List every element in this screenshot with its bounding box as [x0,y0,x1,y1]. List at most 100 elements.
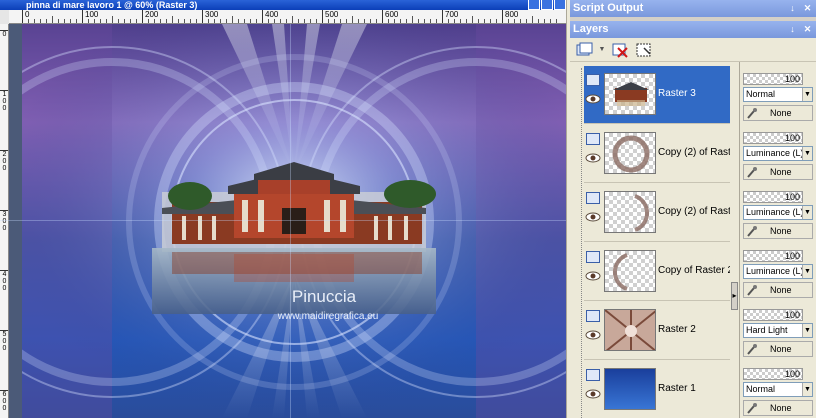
mask-layer-button[interactable] [634,41,654,59]
canvas-artwork: Pinuccia www.maidiregrafica.eu [22,24,566,418]
ruler-minor-tick [472,16,473,23]
pin-icon[interactable]: ↓ [786,2,799,15]
ruler-minor-tick [160,19,161,23]
close-icon[interactable]: ✕ [801,2,814,15]
eye-visibility-icon[interactable] [585,212,601,222]
layer-link-dropdown[interactable]: None [743,105,813,121]
ruler-minor-tick [346,19,347,23]
eye-visibility-icon[interactable] [585,271,601,281]
ruler-minor-tick [220,19,221,23]
layer-opacity-slider[interactable]: 100 [743,191,803,203]
eye-visibility-icon[interactable] [585,389,601,399]
layer-opacity-slider[interactable]: 100 [743,73,803,85]
ruler-minor-tick [100,19,101,23]
canvas-guide-horizontal[interactable] [0,220,566,221]
maximize-button[interactable] [541,0,553,10]
blend-mode-dropdown[interactable]: Luminance (L) ▼ [743,146,813,161]
layer-name: Copy of Raster 2 [658,265,730,276]
ruler-minor-tick [340,19,341,23]
ruler-tick-label: 700 [442,10,458,23]
image-canvas[interactable]: Pinuccia www.maidiregrafica.eu [22,24,566,418]
ruler-minor-tick [478,19,479,23]
ruler-minor-tick [244,19,245,23]
script-output-title-bar[interactable]: Script Output ↓ ✕ [570,0,816,17]
ruler-minor-tick [40,19,41,23]
document-title-bar[interactable]: pinna di mare lavoro 1 @ 60% (Raster 3) [0,0,566,10]
ruler-minor-tick [370,19,371,23]
vertical-ruler[interactable]: 0 1 0 0 2 0 0 3 0 0 4 0 0 5 0 0 6 0 0 [0,24,9,418]
ruler-minor-tick [550,19,551,23]
blend-mode-dropdown[interactable]: Normal ▼ [743,382,813,397]
layer-link-value: None [770,167,792,177]
blend-mode-dropdown[interactable]: Normal ▼ [743,87,813,102]
layer-link-dropdown[interactable]: None [743,341,813,357]
ruler-minor-tick [154,19,155,23]
ruler-minor-tick [496,19,497,23]
mask-layer-icon [636,43,651,56]
layers-title-bar[interactable]: Layers ↓ ✕ [570,21,816,38]
layer-row[interactable]: Copy of Raster 2 [584,243,730,301]
ruler-tick-label: 400 [262,10,278,23]
layer-row[interactable]: Raster 1 [584,361,730,418]
close-button[interactable] [554,0,566,10]
ruler-minor-tick [190,19,191,23]
image-document-window[interactable]: pinna di mare lavoro 1 @ 60% (Raster 3) … [0,0,566,418]
ruler-minor-tick [34,19,35,23]
layer-opacity-slider[interactable]: 100 [743,368,803,380]
pin-icon[interactable]: ↓ [786,23,799,36]
layers-toolbar: ▼ [570,38,816,62]
layer-link-dropdown[interactable]: None [743,400,813,416]
ruler-minor-tick [148,19,149,23]
ruler-minor-tick [298,19,299,23]
delete-layer-icon [612,43,628,58]
eye-visibility-icon[interactable] [585,94,601,104]
ruler-minor-tick [76,19,77,23]
chevron-down-icon: ▼ [802,265,812,278]
ruler-minor-tick [124,19,125,23]
layer-opacity-slider[interactable]: 100 [743,132,803,144]
layer-row[interactable]: Raster 2 [584,302,730,360]
ruler-minor-tick [52,16,53,23]
ruler-minor-tick [454,19,455,23]
blend-mode-dropdown[interactable]: Luminance (L) ▼ [743,264,813,279]
new-layer-dropdown[interactable]: ▼ [598,41,606,59]
layer-thumbnail [604,250,656,292]
ruler-minor-tick [88,19,89,23]
layer-opacity-slider[interactable]: 100 [743,250,803,262]
layer-row[interactable]: Copy (2) of Raster 2 [584,184,730,242]
blend-mode-dropdown[interactable]: Luminance (L) ▼ [743,205,813,220]
layer-link-value: None [770,344,792,354]
minimize-button[interactable] [528,0,540,10]
collapse-grip[interactable]: ▸ [731,282,738,310]
canvas-guide-vertical[interactable] [290,24,291,418]
horizontal-ruler[interactable]: 0 100 200 300 400 500 600 700 800 [9,10,566,24]
ruler-minor-tick [256,19,257,23]
layer-link-dropdown[interactable]: None [743,282,813,298]
ruler-minor-tick [226,19,227,23]
new-layer-button[interactable] [574,41,594,59]
blend-mode-value: Normal [746,89,776,99]
ruler-minor-tick [70,19,71,23]
close-icon[interactable]: ✕ [801,23,814,36]
layer-row[interactable]: Copy (2) of Raster 2 [584,125,730,183]
eye-visibility-icon[interactable] [585,153,601,163]
ruler-minor-tick [136,19,137,23]
brush-icon [747,344,757,355]
layer-link-dropdown[interactable]: None [743,164,813,180]
ruler-minor-tick [526,19,527,23]
ruler-tick-label: 800 [502,10,518,23]
layer-name: Copy (2) of Raster 2 [658,206,730,217]
eye-visibility-icon[interactable] [585,330,601,340]
layer-link-dropdown[interactable]: None [743,223,813,239]
layer-opacity-slider[interactable]: 100 [743,309,803,321]
blend-mode-dropdown[interactable]: Hard Light ▼ [743,323,813,338]
ruler-minor-tick [238,19,239,23]
layer-row[interactable]: Raster 3 [584,66,730,124]
blend-mode-value: Luminance (L) [746,207,804,217]
layer-name: Raster 1 [658,383,696,394]
ruler-minor-tick [316,19,317,23]
layer-link-value: None [770,403,792,413]
delete-layer-button[interactable] [610,41,630,59]
ruler-tick-label: 0 [0,30,8,60]
layer-properties: 100 Normal ▼ None [741,362,816,418]
